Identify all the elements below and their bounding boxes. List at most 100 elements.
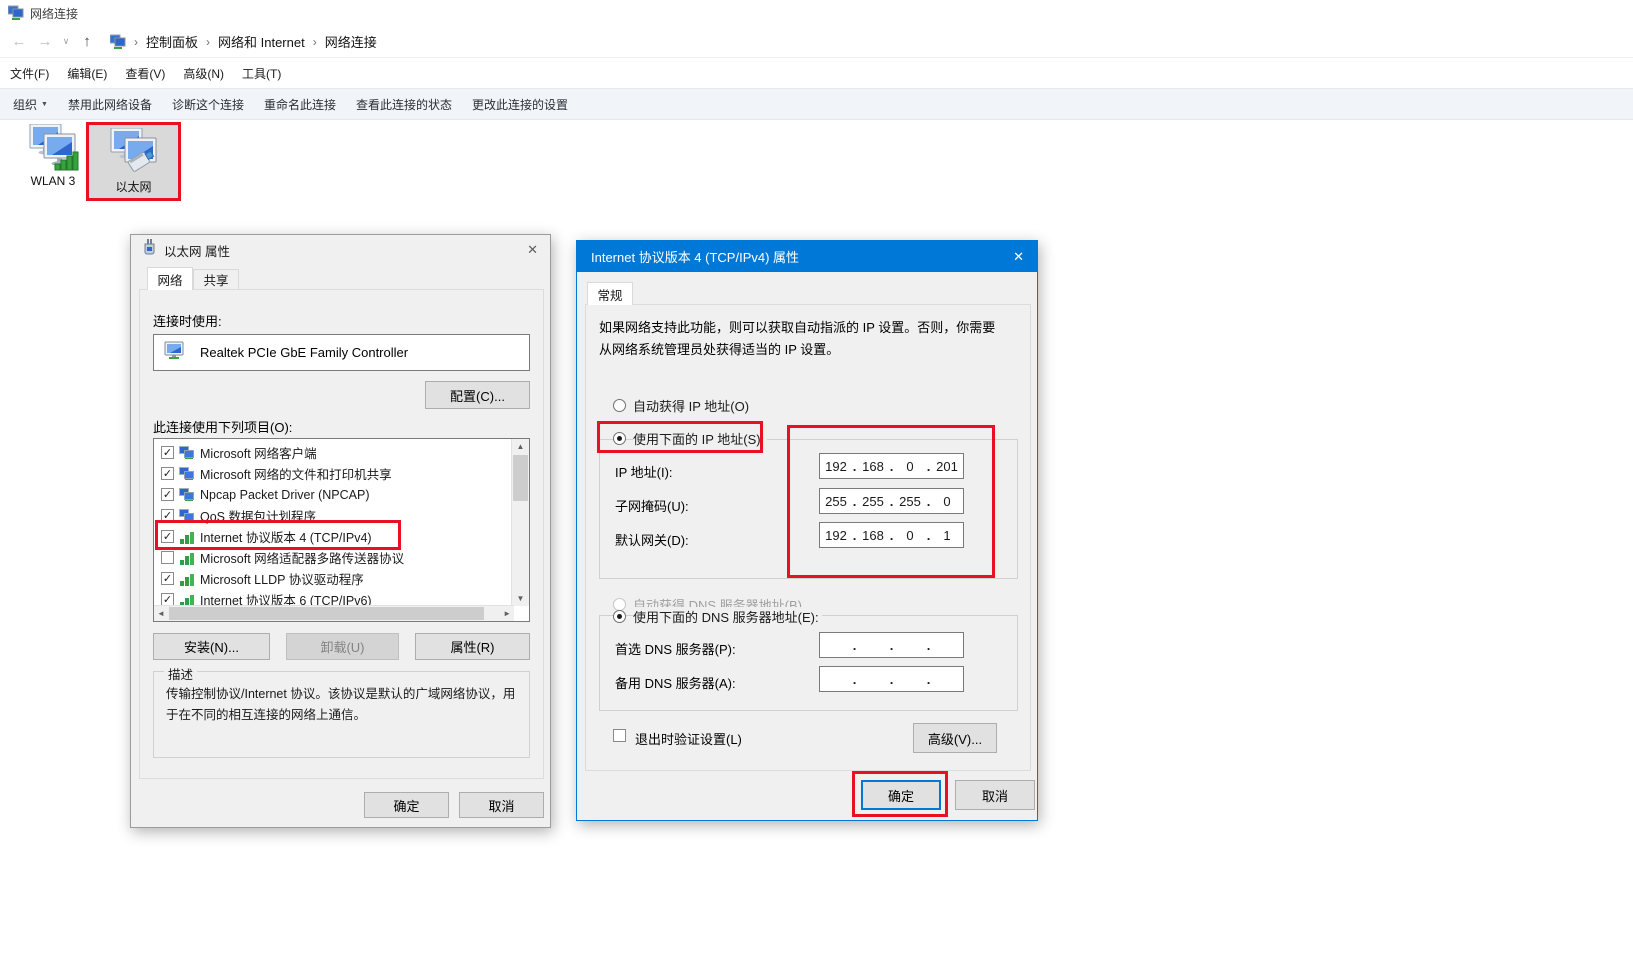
vertical-scrollbar[interactable]: ▲ ▼ <box>511 439 529 606</box>
chevron-down-icon: ▼ <box>41 101 48 108</box>
breadcrumb-network-connections[interactable]: 网络连接 <box>319 32 383 51</box>
dns-groupbox <box>599 615 1018 711</box>
preferred-dns-input[interactable]: . . . <box>819 632 964 658</box>
alternate-dns-label: 备用 DNS 服务器(A): <box>615 673 736 692</box>
up-icon[interactable]: ↑ <box>74 33 100 50</box>
octet: 0 <box>894 528 926 543</box>
install-button[interactable]: 安装(N)... <box>153 633 270 660</box>
list-item-tcpipv4[interactable]: ✓ Internet 协议版本 4 (TCP/IPv4) <box>158 526 501 547</box>
scroll-right-icon[interactable]: ► <box>503 609 511 618</box>
configure-button[interactable]: 配置(C)... <box>425 381 530 409</box>
close-icon[interactable]: ✕ <box>1013 249 1024 265</box>
list-item[interactable]: Microsoft 网络适配器多路传送器协议 <box>158 547 501 568</box>
menu-view[interactable]: 查看(V) <box>125 65 165 82</box>
breadcrumb-control-panel[interactable]: 控制面板 <box>140 32 204 51</box>
list-item-label: Microsoft 网络客户端 <box>200 443 317 462</box>
scroll-up-icon[interactable]: ▲ <box>512 442 529 451</box>
packet-driver-icon <box>179 488 195 502</box>
subnet-mask-input[interactable]: 255. 255. 255. 0 <box>819 488 964 514</box>
list-item[interactable]: ✓ Microsoft 网络客户端 <box>158 442 501 463</box>
window-titlebar: 网络连接 <box>0 0 1633 26</box>
horizontal-scrollbar[interactable]: ◄ ► <box>154 605 514 621</box>
list-item[interactable]: ✓Microsoft 网络的文件和打印机共享 <box>158 463 501 484</box>
window-title: 网络连接 <box>30 5 78 22</box>
properties-button[interactable]: 属性(R) <box>415 633 530 660</box>
default-gateway-input[interactable]: 192. 168. 0. 1 <box>819 522 964 548</box>
radio-icon[interactable] <box>613 432 626 445</box>
tab-network[interactable]: 网络 <box>147 267 193 290</box>
checkbox[interactable]: ✓ <box>161 446 174 459</box>
list-item-label: Internet 协议版本 4 (TCP/IPv4) <box>200 527 372 546</box>
dialog-title: Internet 协议版本 4 (TCP/IPv4) 属性 <box>591 247 799 266</box>
checkbox[interactable]: ✓ <box>161 572 174 585</box>
rename-connection-button[interactable]: 重命名此连接 <box>264 96 336 113</box>
cancel-button[interactable]: 取消 <box>459 792 544 818</box>
tab-sharing[interactable]: 共享 <box>193 269 239 290</box>
list-item[interactable]: ✓Microsoft LLDP 协议驱动程序 <box>158 568 501 589</box>
ethernet-properties-dialog: 以太网 属性 ✕ 网络 共享 连接时使用: Realtek PCI <box>130 234 551 828</box>
forward-icon[interactable]: → <box>32 33 58 50</box>
scrollbar-thumb[interactable] <box>169 607 484 620</box>
connection-label: WLAN 3 <box>31 174 76 188</box>
menu-file[interactable]: 文件(F) <box>10 65 49 82</box>
validate-checkbox[interactable] <box>613 729 626 742</box>
close-icon[interactable]: ✕ <box>527 242 538 258</box>
octet: 0 <box>894 459 926 474</box>
validate-checkbox-label: 退出时验证设置(L) <box>635 729 742 748</box>
radio-icon[interactable] <box>613 610 626 623</box>
radio-auto-ip[interactable]: 自动获得 IP 地址(O) <box>613 396 752 415</box>
radio-manual-dns[interactable]: 使用下面的 DNS 服务器地址(E): <box>613 607 822 626</box>
radio-icon[interactable] <box>613 399 626 412</box>
back-icon[interactable]: ← <box>6 33 32 50</box>
scroll-down-icon[interactable]: ▼ <box>512 594 529 603</box>
checkbox[interactable]: ✓ <box>161 509 174 522</box>
menu-tools[interactable]: 工具(T) <box>242 65 281 82</box>
checkbox[interactable]: ✓ <box>161 488 174 501</box>
items-list-label: 此连接使用下列项目(O): <box>153 417 292 436</box>
view-status-button[interactable]: 查看此连接的状态 <box>356 96 452 113</box>
adapter-name: Realtek PCIe GbE Family Controller <box>200 345 408 360</box>
breadcrumb-network-and-internet[interactable]: 网络和 Internet <box>212 32 311 51</box>
ip-address-label: IP 地址(I): <box>615 462 673 481</box>
history-dropdown-icon[interactable]: ∨ <box>58 36 74 47</box>
radio-label: 使用下面的 IP 地址(S): <box>633 429 767 448</box>
breadcrumb-separator-icon: › <box>204 35 212 49</box>
list-item-label: Npcap Packet Driver (NPCAP) <box>200 488 370 502</box>
list-item[interactable]: ✓ Npcap Packet Driver (NPCAP) <box>158 484 501 505</box>
preferred-dns-label: 首选 DNS 服务器(P): <box>615 639 736 658</box>
ip-address-input[interactable]: 192. 168. 0. 201 <box>819 453 964 479</box>
tab-general[interactable]: 常规 <box>587 282 633 305</box>
diagnose-connection-button[interactable]: 诊断这个连接 <box>172 96 244 113</box>
ok-button[interactable]: 确定 <box>861 780 941 810</box>
checkbox[interactable]: ✓ <box>161 467 174 480</box>
change-settings-button[interactable]: 更改此连接的设置 <box>472 96 568 113</box>
scroll-left-icon[interactable]: ◄ <box>157 609 165 618</box>
checkbox[interactable]: ✓ <box>161 530 174 543</box>
connection-tile-ethernet[interactable]: 以太网 <box>86 122 181 201</box>
list-item[interactable]: ✓QoS 数据包计划程序 <box>158 505 501 526</box>
octet: 168 <box>857 459 889 474</box>
menu-bar: 文件(F) 编辑(E) 查看(V) 高级(N) 工具(T) <box>0 58 1633 88</box>
organize-button[interactable]: 组织 ▼ <box>13 96 48 113</box>
breadcrumb-separator-icon: › <box>132 35 140 49</box>
ok-button[interactable]: 确定 <box>364 792 449 818</box>
octet: 201 <box>931 459 963 474</box>
menu-advanced[interactable]: 高级(N) <box>183 65 224 82</box>
ethernet-plug-icon <box>143 239 155 261</box>
disable-device-button[interactable]: 禁用此网络设备 <box>68 96 152 113</box>
alternate-dns-input[interactable]: . . . <box>819 666 964 692</box>
radio-manual-ip[interactable]: 使用下面的 IP 地址(S): <box>613 429 767 448</box>
checkbox[interactable] <box>161 551 174 564</box>
dialog-titlebar: 以太网 属性 ✕ <box>131 235 550 265</box>
octet: 255 <box>894 494 926 509</box>
octet: 1 <box>931 528 963 543</box>
breadcrumb-separator-icon: › <box>311 35 319 49</box>
description-caption: 描述 <box>164 664 197 683</box>
cancel-button[interactable]: 取消 <box>955 780 1035 810</box>
menu-edit[interactable]: 编辑(E) <box>67 65 107 82</box>
advanced-button[interactable]: 高级(V)... <box>913 723 997 753</box>
dialog-title: 以太网 属性 <box>164 241 230 260</box>
scrollbar-thumb[interactable] <box>513 455 528 501</box>
radio-label: 自动获得 IP 地址(O) <box>633 396 752 415</box>
connection-tile-wlan3[interactable]: WLAN 3 <box>24 124 82 202</box>
